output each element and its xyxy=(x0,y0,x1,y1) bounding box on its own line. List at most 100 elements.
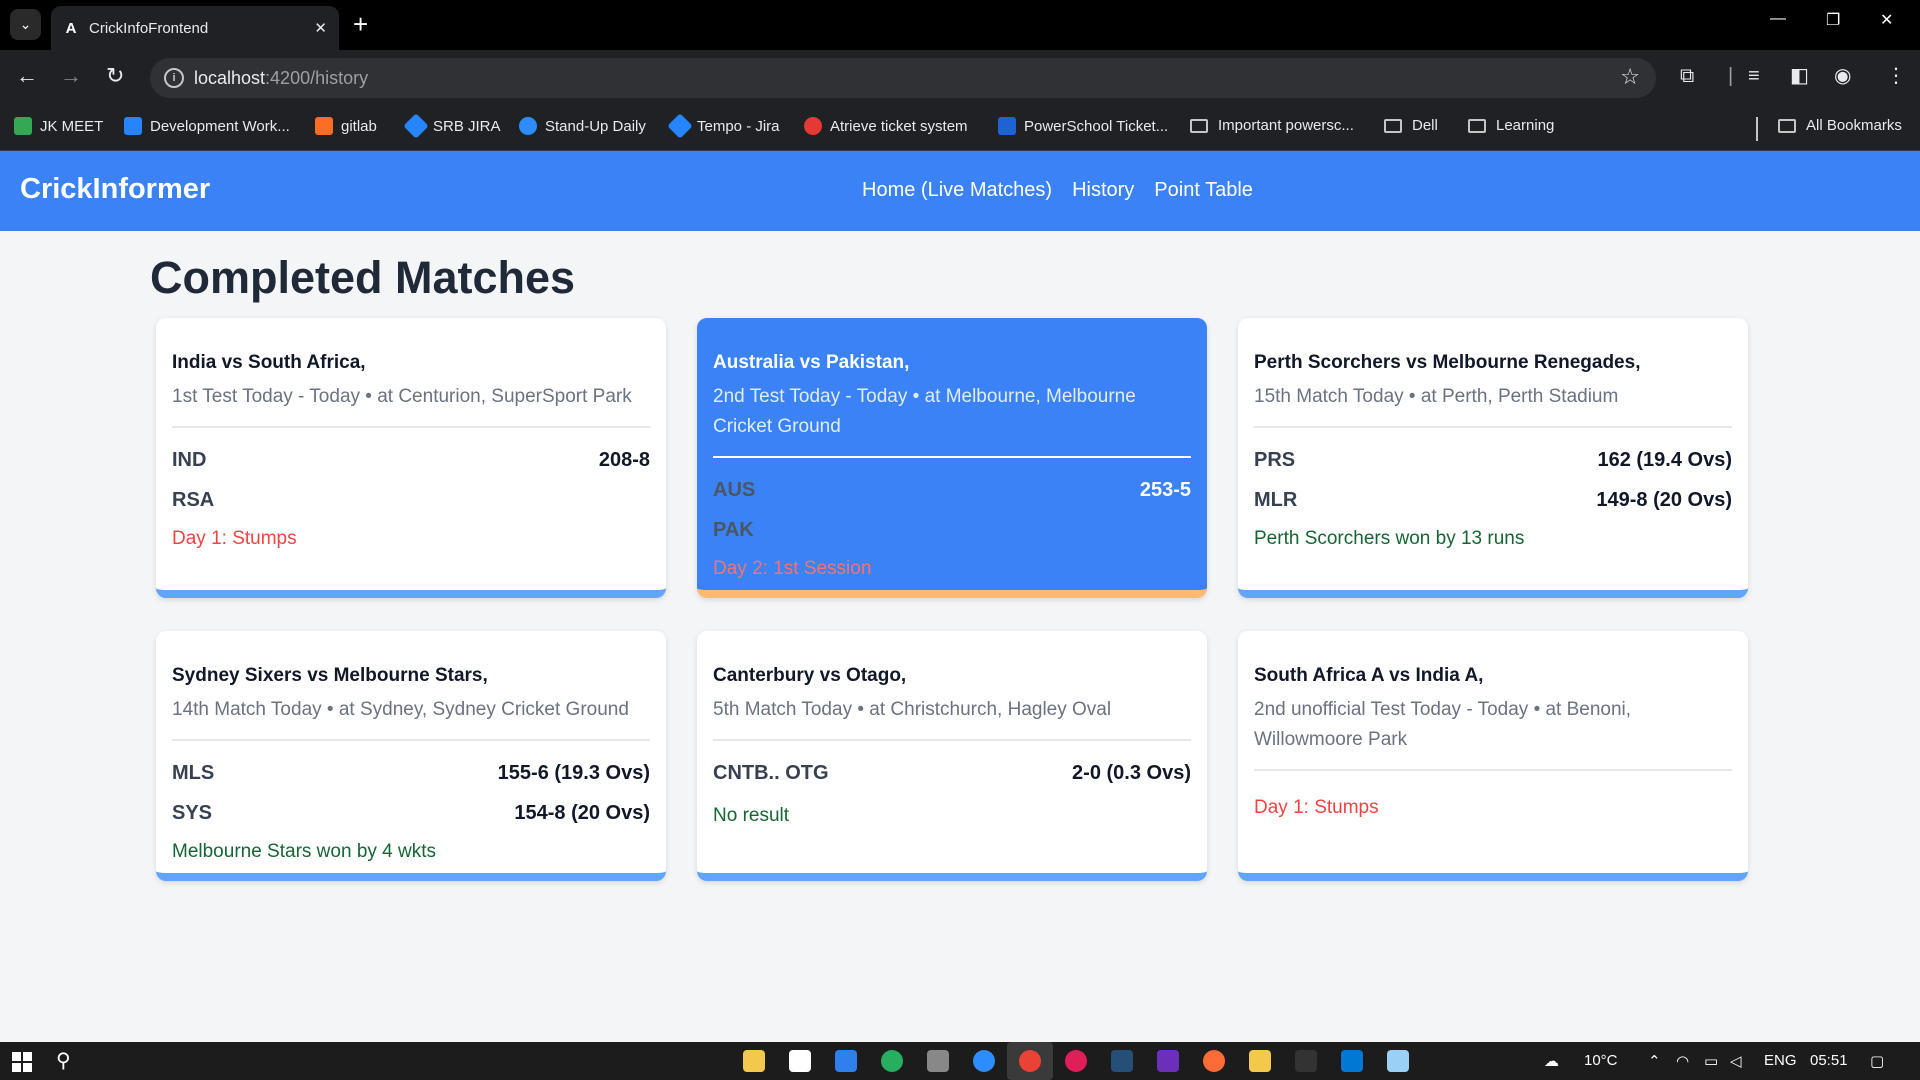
match-title: Canterbury vs Otago, xyxy=(713,665,907,686)
match-subtitle: 2nd Test Today - Today • at Melbourne, M… xyxy=(713,386,1136,437)
volume-icon[interactable]: ◁ xyxy=(1730,1052,1742,1070)
battery-icon[interactable]: ▭ xyxy=(1704,1052,1718,1070)
page-title: Completed Matches xyxy=(150,252,576,303)
match-card[interactable]: India vs South Africa, 1st Test Today - … xyxy=(156,318,666,598)
score-row: PAK xyxy=(713,510,1191,550)
match-card[interactable]: Sydney Sixers vs Melbourne Stars, 14th M… xyxy=(156,631,666,881)
tab-search-button[interactable]: ⌄ xyxy=(10,9,41,40)
slack-icon[interactable] xyxy=(1065,1050,1087,1072)
bookmark-tempo-jira[interactable]: Tempo - Jira xyxy=(667,113,780,139)
side-panel-icon[interactable]: ◧ xyxy=(1790,65,1809,87)
bookmarks-separator xyxy=(1756,117,1758,141)
score-row: IND 208-8 xyxy=(172,440,650,480)
bookmark-label: gitlab xyxy=(341,117,377,135)
bookmark-powerschool[interactable]: PowerSchool Ticket... xyxy=(998,117,1168,135)
url-path: :4200/history xyxy=(265,67,369,88)
weather-icon[interactable]: ☁ xyxy=(1544,1052,1559,1070)
match-status: Melbourne Stars won by 4 wkts xyxy=(172,841,437,862)
vscode-icon[interactable] xyxy=(1341,1050,1363,1072)
tab-title: CrickInfoFrontend xyxy=(89,19,209,37)
bookmark-jk-meet[interactable]: JK MEET xyxy=(14,117,103,135)
bookmark-stand-up-daily[interactable]: Stand-Up Daily xyxy=(519,117,646,135)
folder-icon xyxy=(1778,118,1796,133)
chrome-icon[interactable] xyxy=(1019,1050,1041,1072)
mail-icon[interactable] xyxy=(835,1050,857,1072)
match-card[interactable]: Australia vs Pakistan, 2nd Test Today - … xyxy=(697,318,1207,598)
team-score: 2-0 (0.3 Ovs) xyxy=(1072,761,1191,784)
language-indicator[interactable]: ENG xyxy=(1764,1052,1797,1069)
postman-icon[interactable] xyxy=(1203,1050,1225,1072)
toolbar-divider: | xyxy=(1728,65,1734,87)
score-row: SYS 154-8 (20 Ovs) xyxy=(172,793,650,833)
bookmark-development-work[interactable]: Development Work... xyxy=(124,117,290,135)
file-explorer-icon[interactable] xyxy=(743,1050,765,1072)
close-window-button[interactable]: ✕ xyxy=(1880,10,1893,30)
bookmark-gitlab[interactable]: gitlab xyxy=(315,117,377,135)
match-subtitle: 14th Match Today • at Sydney, Sydney Cri… xyxy=(172,699,629,720)
score-row: CNTB.. OTG 2-0 (0.3 Ovs) xyxy=(713,753,1191,793)
nav-home-link[interactable]: Home (Live Matches) xyxy=(862,179,1052,202)
notepad-icon[interactable] xyxy=(1387,1050,1409,1072)
match-title: India vs South Africa, xyxy=(172,352,366,373)
settings-gear-icon[interactable] xyxy=(927,1050,949,1072)
notifications-icon[interactable]: ▢ xyxy=(1870,1052,1884,1070)
brand-logo[interactable]: CrickInformer xyxy=(20,173,210,206)
forward-button[interactable]: → xyxy=(60,64,82,88)
match-card[interactable]: South Africa A vs India A, 2nd unofficia… xyxy=(1238,631,1748,881)
bookmark-folder-important[interactable]: Important powersc... xyxy=(1190,117,1354,134)
card-divider xyxy=(713,739,1191,741)
clock[interactable]: 05:51 xyxy=(1810,1052,1848,1069)
match-card[interactable]: Canterbury vs Otago, 5th Match Today • a… xyxy=(697,631,1207,881)
reload-button[interactable]: ↻ xyxy=(106,64,124,88)
jetbrains-icon[interactable] xyxy=(1157,1050,1179,1072)
zoom-icon xyxy=(519,117,537,135)
app-icon[interactable] xyxy=(1111,1050,1133,1072)
weather-temp[interactable]: 10°C xyxy=(1584,1052,1618,1069)
nav-links: Home (Live Matches) History Point Table xyxy=(862,179,1253,202)
edge-icon[interactable] xyxy=(881,1050,903,1072)
url-host: localhost xyxy=(194,67,266,88)
bookmarks-bar: JK MEET Development Work... gitlab SRB J… xyxy=(0,106,1920,151)
card-divider xyxy=(1254,769,1732,771)
nav-point-table-link[interactable]: Point Table xyxy=(1154,179,1253,202)
team-name: RSA xyxy=(172,488,215,511)
team-name: IND xyxy=(172,448,207,471)
bookmark-srb-jira[interactable]: SRB JIRA xyxy=(403,113,501,139)
match-status: Perth Scorchers won by 13 runs xyxy=(1254,528,1525,549)
terminal-icon[interactable] xyxy=(1295,1050,1317,1072)
close-tab-icon[interactable]: ✕ xyxy=(314,19,327,37)
new-tab-button[interactable]: + xyxy=(353,10,368,38)
browser-tab[interactable]: A CrickInfoFrontend ✕ xyxy=(51,6,339,50)
folder-icon xyxy=(1190,118,1208,133)
chevron-up-icon[interactable]: ⌃ xyxy=(1648,1052,1661,1070)
bookmark-star-icon[interactable]: ☆ xyxy=(1620,64,1640,90)
team-name: SYS xyxy=(172,801,213,824)
media-control-icon[interactable]: ≡ xyxy=(1748,65,1760,87)
minimize-button[interactable]: — xyxy=(1770,10,1786,28)
folder-icon xyxy=(1384,118,1402,133)
extensions-icon[interactable]: ⧉ xyxy=(1680,65,1694,87)
search-icon[interactable]: ⚲ xyxy=(56,1048,71,1073)
back-button[interactable]: ← xyxy=(16,64,38,88)
bookmark-atrieve[interactable]: Atrieve ticket system xyxy=(804,117,968,135)
profile-icon[interactable]: ◉ xyxy=(1834,65,1851,87)
site-info-icon[interactable]: i xyxy=(164,68,184,88)
windows-start-icon[interactable] xyxy=(12,1052,32,1072)
bookmark-folder-learning[interactable]: Learning xyxy=(1468,117,1554,134)
bookmark-folder-dell[interactable]: Dell xyxy=(1384,117,1438,134)
store-icon[interactable] xyxy=(789,1050,811,1072)
wifi-icon[interactable]: ◠ xyxy=(1676,1052,1689,1070)
address-bar[interactable]: i localhost:4200/history ☆ xyxy=(150,58,1656,98)
nav-history-link[interactable]: History xyxy=(1072,179,1134,202)
team-name: MLS xyxy=(172,761,215,784)
bookmark-label: Tempo - Jira xyxy=(697,117,780,135)
browser-tab-bar: ⌄ A CrickInfoFrontend ✕ + — ❐ ✕ xyxy=(0,0,1920,50)
menu-icon[interactable]: ⋮ xyxy=(1886,65,1906,87)
all-bookmarks-folder[interactable]: All Bookmarks xyxy=(1778,117,1902,134)
card-divider xyxy=(172,426,650,428)
zoom-icon[interactable] xyxy=(973,1050,995,1072)
warning-icon[interactable] xyxy=(1249,1050,1271,1072)
team-name: PRS xyxy=(1254,448,1296,471)
restore-button[interactable]: ❐ xyxy=(1826,10,1840,30)
match-card[interactable]: Perth Scorchers vs Melbourne Renegades, … xyxy=(1238,318,1748,598)
